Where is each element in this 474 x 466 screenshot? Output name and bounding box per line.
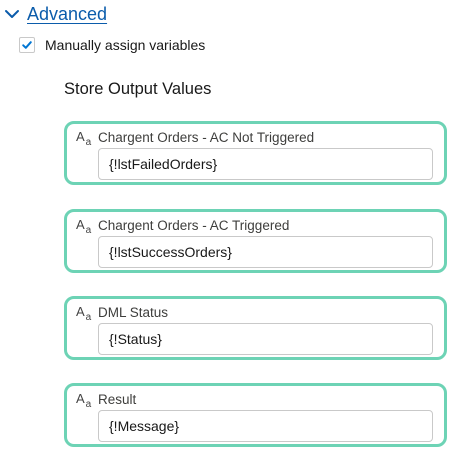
output-label: DML Status	[98, 305, 169, 320]
output-value-input[interactable]	[98, 323, 433, 355]
manual-assign-checkbox[interactable]	[19, 37, 35, 53]
output-card: Aa Result	[64, 383, 447, 447]
output-value-input[interactable]	[98, 148, 433, 180]
text-type-icon: Aa	[76, 304, 92, 323]
output-value-input[interactable]	[98, 410, 433, 442]
output-card: Aa Chargent Orders - AC Triggered	[64, 209, 447, 273]
checkmark-icon	[22, 41, 32, 49]
output-label: Chargent Orders - AC Not Triggered	[98, 130, 315, 145]
output-label: Result	[98, 392, 137, 407]
advanced-toggle[interactable]: Advanced	[0, 0, 107, 28]
manual-assign-row[interactable]: Manually assign variables	[19, 37, 205, 53]
text-type-icon: Aa	[76, 391, 92, 410]
output-card: Aa DML Status	[64, 296, 447, 360]
advanced-panel: Advanced Manually assign variables Store…	[0, 0, 474, 466]
chevron-down-icon[interactable]	[3, 5, 21, 23]
section-title: Store Output Values	[64, 80, 212, 98]
advanced-label[interactable]: Advanced	[27, 4, 107, 25]
output-card: Aa Chargent Orders - AC Not Triggered	[64, 121, 447, 185]
text-type-icon: Aa	[76, 129, 92, 148]
output-value-input[interactable]	[98, 236, 433, 268]
manual-assign-label: Manually assign variables	[45, 37, 206, 53]
output-label: Chargent Orders - AC Triggered	[98, 218, 290, 233]
text-type-icon: Aa	[76, 217, 92, 236]
